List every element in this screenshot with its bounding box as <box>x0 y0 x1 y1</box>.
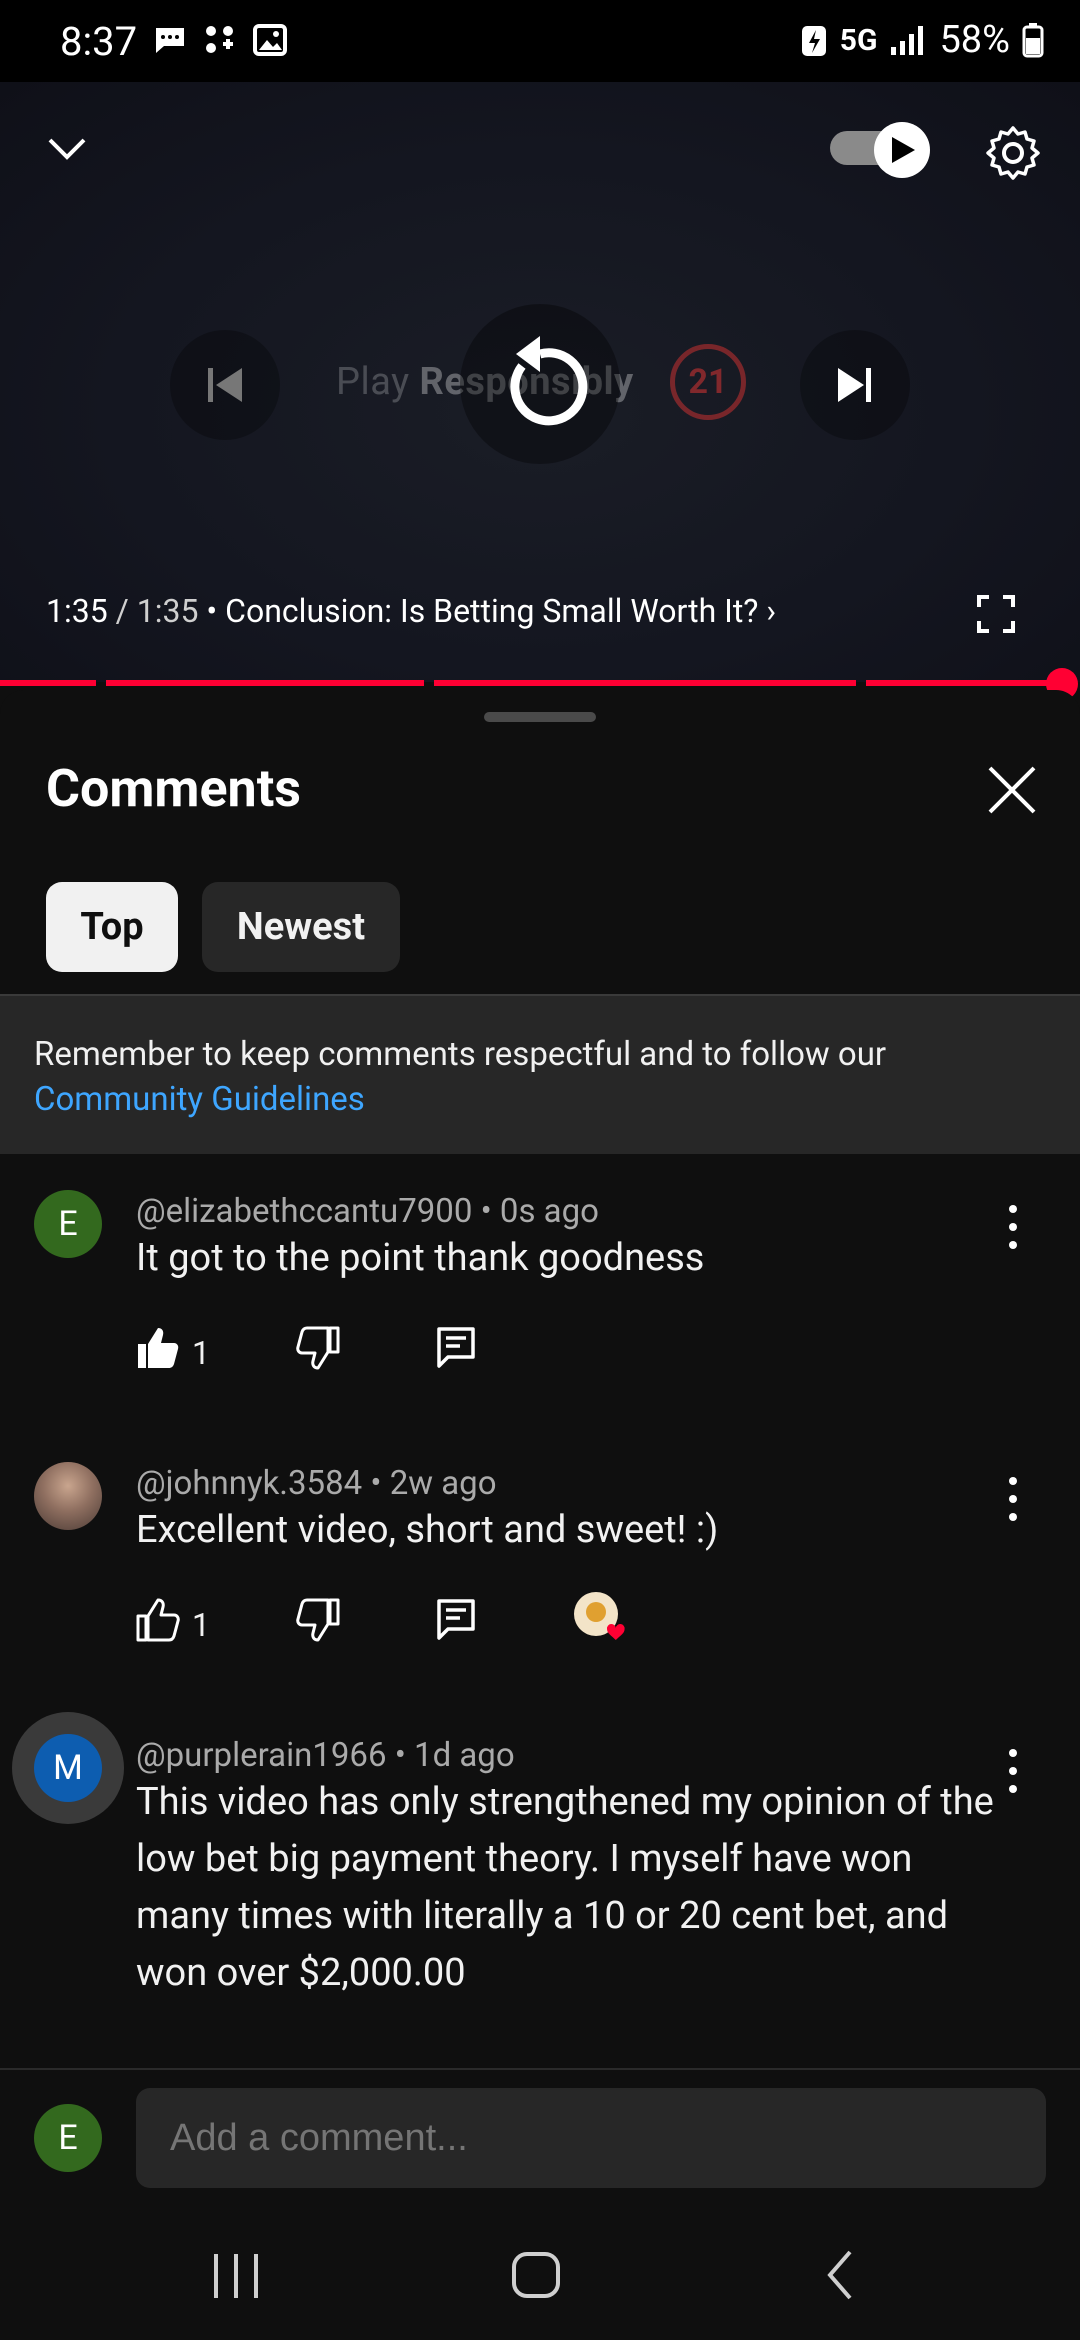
autoplay-toggle[interactable] <box>830 122 936 178</box>
drag-handle[interactable] <box>484 712 596 722</box>
chip-top[interactable]: Top <box>46 882 178 972</box>
status-right: 5G 58% <box>800 18 1044 62</box>
like-filled-icon[interactable] <box>136 1326 180 1370</box>
age-badge: 21 <box>670 344 746 420</box>
like-count: 1 <box>192 1606 210 1644</box>
comments-sheet: Comments Top Newest Remember to keep com… <box>0 690 1080 2070</box>
progress-segment <box>434 680 856 686</box>
chat-icon <box>156 28 184 53</box>
autoplay-knob <box>874 122 930 178</box>
time-and-chapter[interactable]: 1:35 / 1:35 • Conclusion: Is Betting Sma… <box>46 592 776 630</box>
signal-icon <box>891 26 924 55</box>
gear-icon[interactable] <box>984 124 1042 182</box>
fullscreen-icon[interactable] <box>976 594 1016 634</box>
chip-newest[interactable]: Newest <box>202 882 400 972</box>
community-guidelines-link[interactable]: Community Guidelines <box>34 1077 1034 1122</box>
notice-text: Remember to keep comments respectful and… <box>34 1035 887 1074</box>
app-grid-icon <box>206 26 233 53</box>
comment-text: Excellent video, short and sweet! :) <box>136 1508 719 1552</box>
comment-text: This video has only strengthened my opin… <box>136 1780 994 1995</box>
replay-icon <box>510 336 588 426</box>
time-separator: / <box>107 592 137 630</box>
next-button[interactable] <box>800 330 910 440</box>
skip-next-icon <box>838 368 871 402</box>
reply-icon[interactable] <box>436 1326 476 1370</box>
chapter-title[interactable]: • Conclusion: Is Betting Small Worth It?… <box>198 592 776 630</box>
close-icon[interactable] <box>984 762 1040 818</box>
add-comment-input[interactable] <box>136 2088 1046 2188</box>
comment-meta[interactable]: @elizabethccantu7900 • 0s ago <box>136 1192 599 1231</box>
progress-bar[interactable] <box>0 680 1080 686</box>
status-bar: 8:37 5G 58% <box>0 0 1080 82</box>
play-icon <box>892 137 915 163</box>
watermark-prefix: Play <box>336 360 420 404</box>
dislike-icon[interactable] <box>296 1598 340 1642</box>
battery-icon <box>1022 23 1044 58</box>
network-type: 5G <box>839 22 878 58</box>
progress-segment <box>866 680 1056 686</box>
like-icon[interactable] <box>136 1598 180 1642</box>
comment-meta[interactable]: @purplerain1966 • 1d ago <box>136 1736 515 1775</box>
battery-percent: 58% <box>939 18 1010 62</box>
recent-apps-icon[interactable] <box>196 2240 276 2310</box>
avatar[interactable] <box>34 1462 102 1530</box>
more-vert-icon[interactable] <box>996 1472 1030 1526</box>
user-avatar[interactable]: E <box>34 2104 102 2172</box>
reply-icon[interactable] <box>436 1598 476 1642</box>
community-notice: Remember to keep comments respectful and… <box>0 994 1080 1154</box>
creator-heart-icon <box>574 1592 625 1640</box>
replay-button[interactable] <box>460 304 620 464</box>
progress-segment <box>0 680 96 686</box>
duration: 1:35 <box>136 592 199 630</box>
current-time: 1:35 <box>46 592 108 630</box>
more-vert-icon[interactable] <box>996 1744 1030 1798</box>
chevron-down-icon[interactable] <box>42 124 92 174</box>
video-player[interactable]: Play Responsibly 21 1:35 / 1:35 • Conclu… <box>0 82 1080 682</box>
avatar[interactable]: M <box>34 1734 102 1802</box>
battery-saver-icon <box>801 26 826 56</box>
system-nav-bar <box>0 2204 1080 2340</box>
like-count: 1 <box>192 1334 210 1372</box>
gallery-icon <box>253 24 287 56</box>
previous-button[interactable] <box>170 330 280 440</box>
skip-previous-icon <box>208 368 242 402</box>
notification-icons <box>152 22 288 58</box>
dislike-icon[interactable] <box>296 1326 340 1370</box>
comment-text: It got to the point thank goodness <box>136 1236 705 1280</box>
more-vert-icon[interactable] <box>996 1200 1030 1254</box>
comments-title: Comments <box>46 758 301 819</box>
status-time: 8:37 <box>60 18 138 65</box>
back-icon[interactable] <box>800 2240 880 2310</box>
add-comment-bar: E <box>0 2068 1080 2204</box>
home-icon[interactable] <box>496 2240 576 2310</box>
progress-segment <box>106 680 424 686</box>
avatar[interactable]: E <box>34 1190 102 1258</box>
comment-meta[interactable]: @johnnyk.3584 • 2w ago <box>136 1464 497 1503</box>
